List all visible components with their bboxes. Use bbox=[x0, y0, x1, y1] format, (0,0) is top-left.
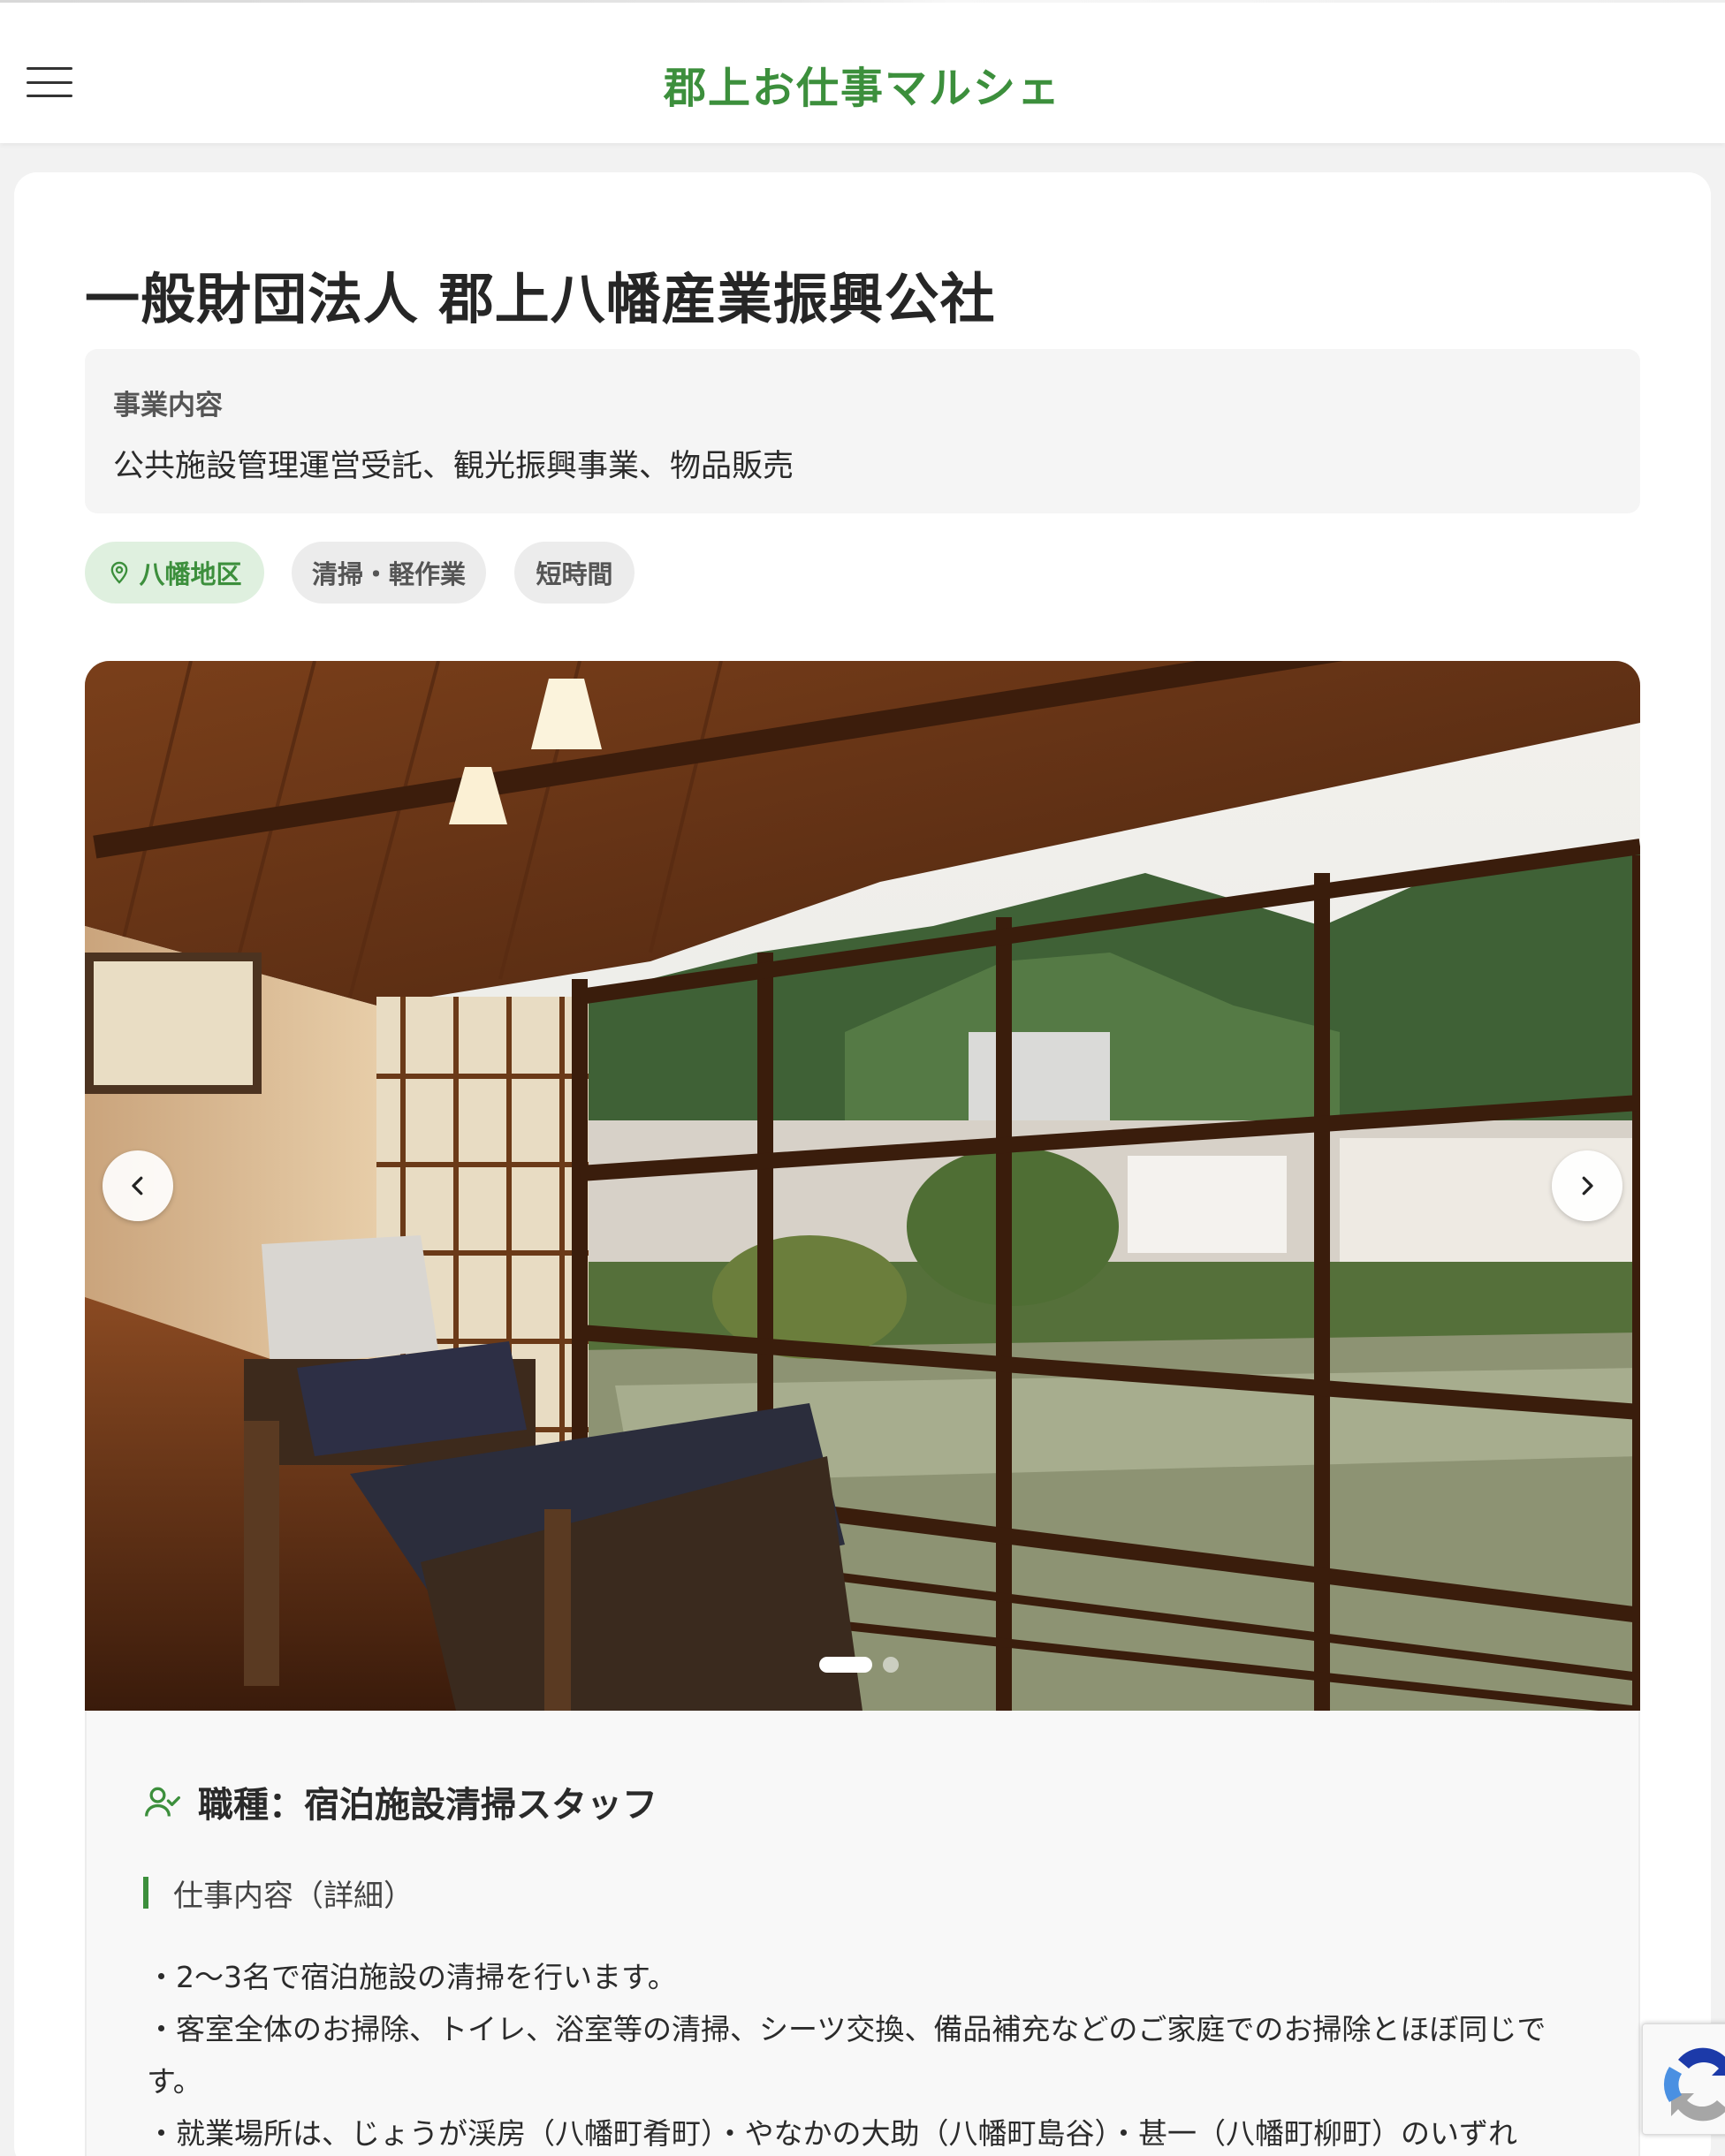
job-detail-line: す。 bbox=[147, 2064, 202, 2099]
business-description-box: 事業内容 公共施設管理運営受託、観光振興事業、物品販売 bbox=[85, 349, 1640, 513]
person-check-icon bbox=[145, 1787, 180, 1817]
job-detail-line: ・就業場所は、じょうが渓房（八幡町肴町）・やなかの大助（八幡町島谷）・甚一（八幡… bbox=[147, 2116, 1517, 2151]
location-pin-icon bbox=[111, 561, 128, 584]
duration-tag[interactable]: 短時間 bbox=[514, 542, 635, 604]
job-detail-line: ・2〜3名で宿泊施設の清掃を行います。 bbox=[147, 1960, 677, 1994]
header-top-line bbox=[0, 0, 1725, 3]
site-title[interactable]: 郡上お仕事マルシェ bbox=[0, 53, 1725, 115]
slider-dot[interactable] bbox=[883, 1657, 899, 1673]
area-tag-label: 八幡地区 bbox=[139, 559, 242, 589]
business-text: 公共施設管理運営受託、観光振興事業、物品販売 bbox=[113, 449, 794, 484]
slider-next-button[interactable] bbox=[1552, 1150, 1622, 1221]
recaptcha-icon bbox=[1663, 2047, 1725, 2122]
job-title: 職種：宿泊施設清掃スタッフ bbox=[143, 1776, 657, 1827]
facility-photo bbox=[85, 661, 1640, 1711]
category-tag[interactable]: 清掃・軽作業 bbox=[292, 542, 486, 604]
job-detail-heading: 仕事内容（詳細） bbox=[143, 1877, 414, 1914]
job-detail-line: ・客室全体のお掃除、トイレ、浴室等の清掃、シーツ交換、備品補充などのご家庭でのお… bbox=[147, 2012, 1546, 2046]
business-label: 事業内容 bbox=[113, 390, 223, 421]
job-title-text: 職種：宿泊施設清掃スタッフ bbox=[198, 1785, 657, 1826]
slider-pagination bbox=[819, 1657, 899, 1673]
slider-dot-active[interactable] bbox=[819, 1657, 872, 1673]
site-header: 郡上お仕事マルシェ bbox=[0, 0, 1725, 143]
company-name: 一般財団法人 郡上八幡産業振興公社 bbox=[85, 267, 996, 331]
slider-prev-button[interactable] bbox=[103, 1150, 173, 1221]
chevron-right-icon bbox=[1582, 1176, 1593, 1196]
job-info-panel: 職種：宿泊施設清掃スタッフ 仕事内容（詳細） ・2〜3名で宿泊施設の清掃を行いま… bbox=[85, 1711, 1640, 2156]
area-tag[interactable]: 八幡地区 bbox=[85, 542, 264, 604]
recaptcha-badge[interactable] bbox=[1642, 2023, 1725, 2135]
job-detail-text: ・2〜3名で宿泊施設の清掃を行います。 ・客室全体のお掃除、トイレ、浴室等の清掃… bbox=[147, 1951, 1596, 2156]
chevron-left-icon bbox=[132, 1176, 143, 1196]
photo-slider[interactable] bbox=[85, 661, 1640, 1711]
